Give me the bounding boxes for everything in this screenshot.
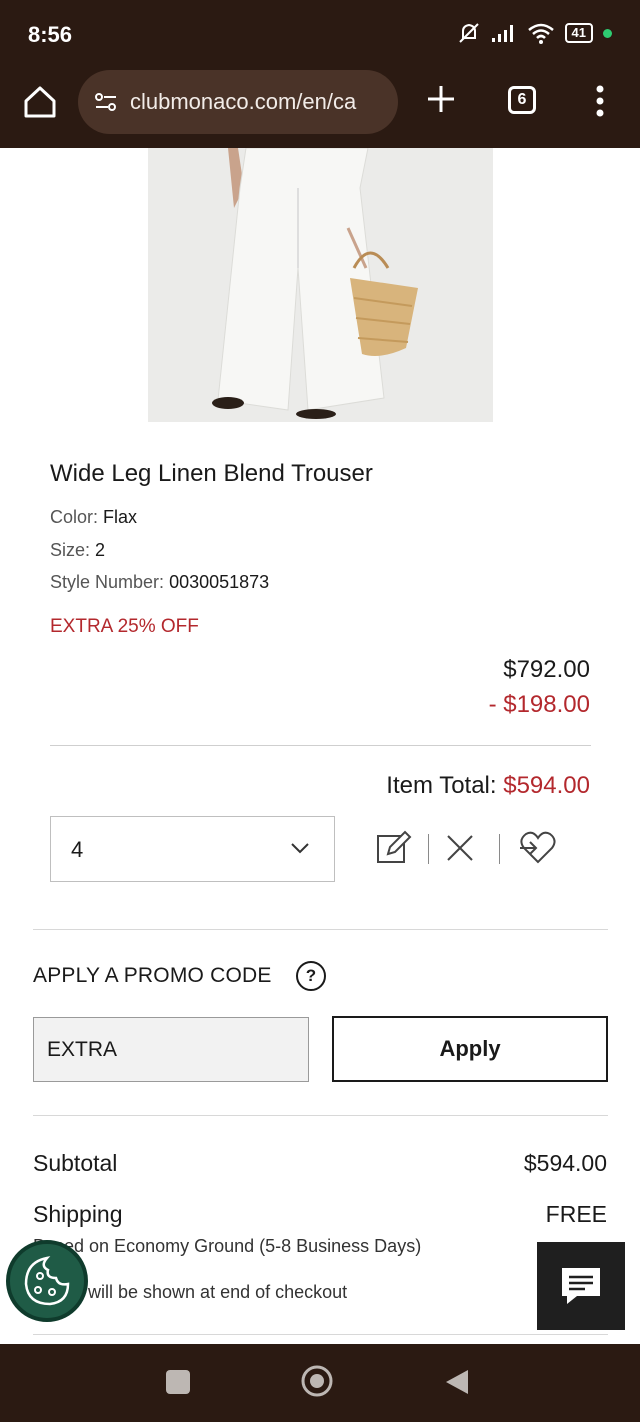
- item-total-label: Item Total:: [386, 772, 497, 799]
- product-style-number: Style Number: 0030051873: [50, 572, 269, 593]
- divider: [50, 745, 591, 746]
- size-value: 2: [95, 540, 106, 560]
- mute-icon: [458, 23, 479, 43]
- chat-icon: [562, 1268, 600, 1304]
- product-size: Size: 2: [50, 540, 105, 561]
- home-button-icon[interactable]: [300, 1364, 334, 1398]
- apply-button[interactable]: Apply: [332, 1016, 608, 1082]
- remove-icon[interactable]: [440, 828, 480, 868]
- discount-amount: - $198.00: [488, 691, 590, 718]
- address-bar[interactable]: clubmonaco.com/en/ca: [78, 70, 398, 134]
- status-icons: 41: [457, 22, 612, 44]
- status-bar: 8:56 41: [0, 0, 640, 66]
- new-tab-icon[interactable]: [424, 82, 458, 116]
- subtotal-label: Subtotal: [33, 1150, 118, 1176]
- item-total-value: $594.00: [503, 772, 590, 799]
- recents-button[interactable]: [166, 1370, 190, 1394]
- back-button-icon[interactable]: [444, 1368, 470, 1396]
- product-title[interactable]: Wide Leg Linen Blend Trouser: [50, 460, 373, 488]
- original-price: $792.00: [503, 656, 590, 683]
- tab-switcher-button[interactable]: 6: [508, 86, 536, 114]
- wifi-icon: [527, 23, 554, 44]
- promo-tag: EXTRA 25% OFF: [50, 616, 199, 637]
- color-label: Color:: [50, 507, 99, 527]
- promo-code-input[interactable]: [33, 1017, 309, 1082]
- signal-icon: [491, 25, 513, 42]
- status-time: 8:56: [28, 22, 73, 47]
- subtotal-value: $594.00: [523, 1150, 607, 1176]
- separator: [428, 834, 429, 864]
- wishlist-icon[interactable]: [518, 828, 558, 868]
- quantity-select[interactable]: 4: [50, 816, 335, 882]
- separator: [499, 834, 500, 864]
- cookie-icon: [24, 1256, 70, 1306]
- style-label: Style Number:: [50, 572, 165, 592]
- system-nav-bar: [0, 1344, 640, 1422]
- shipping-value: FREE: [545, 1201, 607, 1227]
- promo-code-heading: APPLY A PROMO CODE: [33, 964, 272, 987]
- item-total: Item Total: $594.00: [386, 772, 590, 800]
- battery-indicator: 41: [564, 23, 593, 43]
- home-icon[interactable]: [20, 82, 60, 122]
- divider: [33, 1334, 608, 1335]
- shipping-note: Based on Economy Ground (5-8 Business Da…: [33, 1236, 422, 1256]
- edit-icon[interactable]: [374, 828, 414, 868]
- help-icon[interactable]: ?: [296, 961, 326, 991]
- chevron-down-icon: [291, 843, 309, 854]
- size-label: Size:: [50, 540, 91, 560]
- tax-note: will be shown at end of checkout: [88, 1282, 348, 1302]
- color-value: Flax: [103, 507, 138, 527]
- style-value: 0030051873: [169, 572, 270, 592]
- product-image[interactable]: [148, 148, 493, 422]
- quantity-value: 4: [71, 837, 84, 862]
- divider: [33, 929, 608, 930]
- site-settings-icon[interactable]: [92, 88, 120, 116]
- product-color: Color: Flax: [50, 507, 137, 528]
- browser-toolbar: clubmonaco.com/en/ca 6: [0, 66, 640, 148]
- product-photo: [148, 148, 493, 422]
- divider: [33, 1115, 608, 1116]
- more-menu-icon[interactable]: [594, 84, 606, 118]
- privacy-dot: [603, 28, 612, 38]
- cart-page: Wide Leg Linen Blend Trouser Color: Flax…: [0, 148, 640, 1344]
- cookie-settings-button[interactable]: [6, 1240, 88, 1322]
- shipping-label: Shipping: [33, 1201, 123, 1227]
- chat-button[interactable]: [537, 1242, 625, 1330]
- url-text: clubmonaco.com/en/ca: [130, 89, 357, 114]
